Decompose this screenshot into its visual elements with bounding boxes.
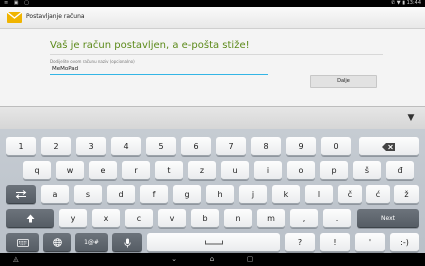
key-apostrophe[interactable]: ' bbox=[355, 233, 385, 252]
key-v[interactable]: v bbox=[158, 209, 186, 228]
space-bar[interactable] bbox=[147, 233, 280, 252]
key-y[interactable]: y bbox=[59, 209, 87, 228]
key-0[interactable]: 0 bbox=[321, 137, 351, 156]
key-c-caron[interactable]: č bbox=[338, 185, 362, 204]
key-i[interactable]: i bbox=[254, 161, 282, 180]
action-bar-title: Postavljanje računa bbox=[26, 13, 85, 20]
key-b[interactable]: b bbox=[191, 209, 219, 228]
next-button[interactable]: Dalje bbox=[310, 75, 377, 88]
smiley-key[interactable]: :-) bbox=[390, 233, 419, 252]
key-o[interactable]: o bbox=[287, 161, 315, 180]
space-bar-icon bbox=[204, 240, 223, 245]
key-z[interactable]: z bbox=[188, 161, 216, 180]
key-comma[interactable]: , bbox=[290, 209, 318, 228]
microphone-icon bbox=[123, 238, 131, 247]
key-a[interactable]: a bbox=[41, 185, 69, 204]
key-t[interactable]: t bbox=[155, 161, 183, 180]
shift-key[interactable] bbox=[6, 209, 54, 228]
key-j[interactable]: j bbox=[239, 185, 267, 204]
key-8[interactable]: 8 bbox=[251, 137, 281, 156]
key-period[interactable]: . bbox=[323, 209, 351, 228]
key-c[interactable]: c bbox=[125, 209, 153, 228]
recent-apps-icon[interactable]: ▢ bbox=[244, 255, 256, 264]
symbols-key[interactable]: 1@# bbox=[75, 233, 108, 252]
key-u[interactable]: u bbox=[221, 161, 249, 180]
backspace-key[interactable] bbox=[359, 137, 419, 156]
key-g[interactable]: g bbox=[173, 185, 201, 204]
key-q[interactable]: q bbox=[23, 161, 51, 180]
heading-divider bbox=[50, 54, 383, 55]
key-z-caron[interactable]: ž bbox=[394, 185, 419, 204]
key-5[interactable]: 5 bbox=[146, 137, 176, 156]
next-key[interactable]: Next bbox=[357, 209, 419, 228]
globe-icon bbox=[52, 238, 62, 247]
tab-key[interactable] bbox=[6, 185, 36, 204]
keyboard-settings-key[interactable] bbox=[6, 233, 39, 252]
key-1[interactable]: 1 bbox=[6, 137, 36, 156]
key-e[interactable]: e bbox=[89, 161, 117, 180]
shift-arrow-icon bbox=[26, 214, 34, 223]
key-w[interactable]: w bbox=[56, 161, 84, 180]
key-m[interactable]: m bbox=[257, 209, 285, 228]
key-h[interactable]: h bbox=[206, 185, 234, 204]
key-k[interactable]: k bbox=[272, 185, 300, 204]
status-indicators: ✆ ▼ ▮ 13:44 bbox=[391, 0, 421, 6]
key-l[interactable]: l bbox=[305, 185, 333, 204]
key-4[interactable]: 4 bbox=[111, 137, 141, 156]
key-p[interactable]: p bbox=[320, 161, 348, 180]
key-x[interactable]: x bbox=[92, 209, 120, 228]
key-9[interactable]: 9 bbox=[286, 137, 316, 156]
key-d-stroke[interactable]: đ bbox=[386, 161, 414, 180]
status-bar: ≡ ▣ ▢ ✆ ▼ ▮ 13:44 bbox=[0, 0, 425, 7]
key-3[interactable]: 3 bbox=[76, 137, 106, 156]
tab-arrows-icon bbox=[15, 190, 27, 199]
email-app-icon bbox=[7, 12, 22, 23]
home-icon[interactable]: ⌂ bbox=[206, 255, 218, 264]
key-n[interactable]: n bbox=[224, 209, 252, 228]
keyboard: 1 2 3 4 5 6 7 8 9 0 q w e r t z u i o p … bbox=[0, 129, 425, 253]
action-bar: Postavljanje računa bbox=[0, 7, 425, 29]
account-name-input[interactable] bbox=[50, 64, 268, 75]
key-7[interactable]: 7 bbox=[216, 137, 246, 156]
settings-caret-icon[interactable]: ◬ bbox=[10, 255, 22, 264]
key-r[interactable]: r bbox=[122, 161, 150, 180]
key-s-caron[interactable]: š bbox=[353, 161, 381, 180]
key-2[interactable]: 2 bbox=[41, 137, 71, 156]
key-d[interactable]: d bbox=[107, 185, 135, 204]
hide-keyboard-arrow-icon[interactable]: ▼ bbox=[403, 111, 419, 125]
notification-icons: ≡ ▣ ▢ bbox=[4, 0, 31, 6]
key-c-acute[interactable]: ć bbox=[366, 185, 390, 204]
setup-content: Vaš je račun postavljen, a e-pošta stiže… bbox=[0, 29, 425, 106]
keyboard-icon bbox=[16, 238, 29, 247]
navigation-bar: ◬ ⌄ ⌂ ▢ bbox=[0, 253, 425, 266]
back-chevron-icon[interactable]: ⌄ bbox=[168, 255, 180, 264]
keyboard-suggestion-bar: ▼ bbox=[0, 106, 425, 129]
language-key[interactable] bbox=[43, 233, 71, 252]
voice-input-key[interactable] bbox=[112, 233, 142, 252]
key-exclamation[interactable]: ! bbox=[320, 233, 350, 252]
key-6[interactable]: 6 bbox=[181, 137, 211, 156]
key-s[interactable]: s bbox=[74, 185, 102, 204]
key-f[interactable]: f bbox=[140, 185, 168, 204]
key-question[interactable]: ? bbox=[285, 233, 315, 252]
backspace-icon bbox=[382, 142, 395, 151]
page-heading: Vaš je račun postavljen, a e-pošta stiže… bbox=[50, 40, 250, 51]
